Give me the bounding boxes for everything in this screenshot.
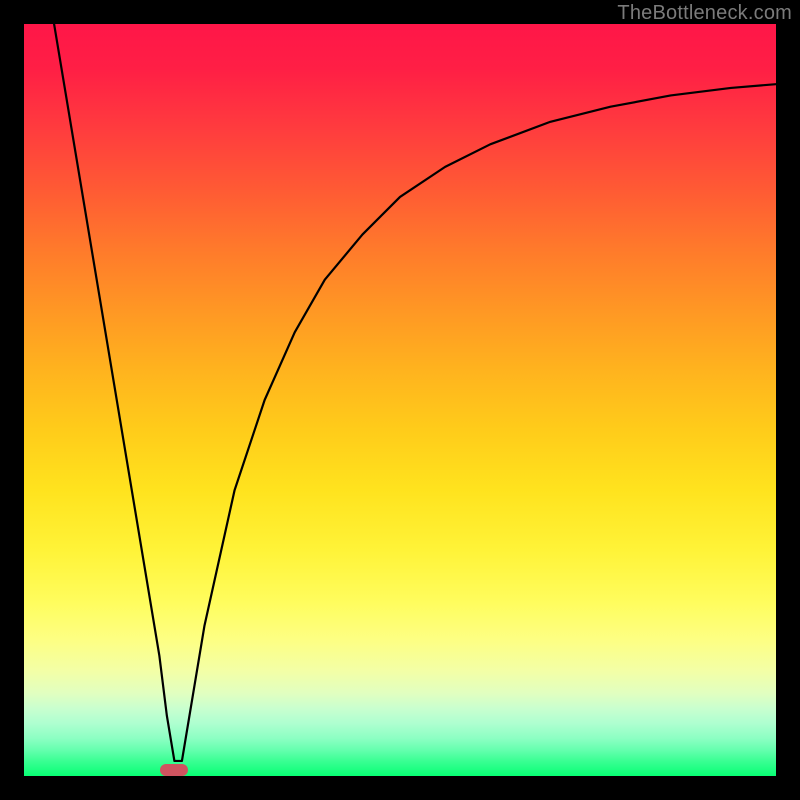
chart-frame: TheBottleneck.com [0,0,800,800]
plot-area [24,24,776,776]
curve-svg [24,24,776,776]
bottleneck-curve-path [54,24,776,761]
optimum-marker [160,764,188,776]
watermark-text: TheBottleneck.com [617,2,792,25]
